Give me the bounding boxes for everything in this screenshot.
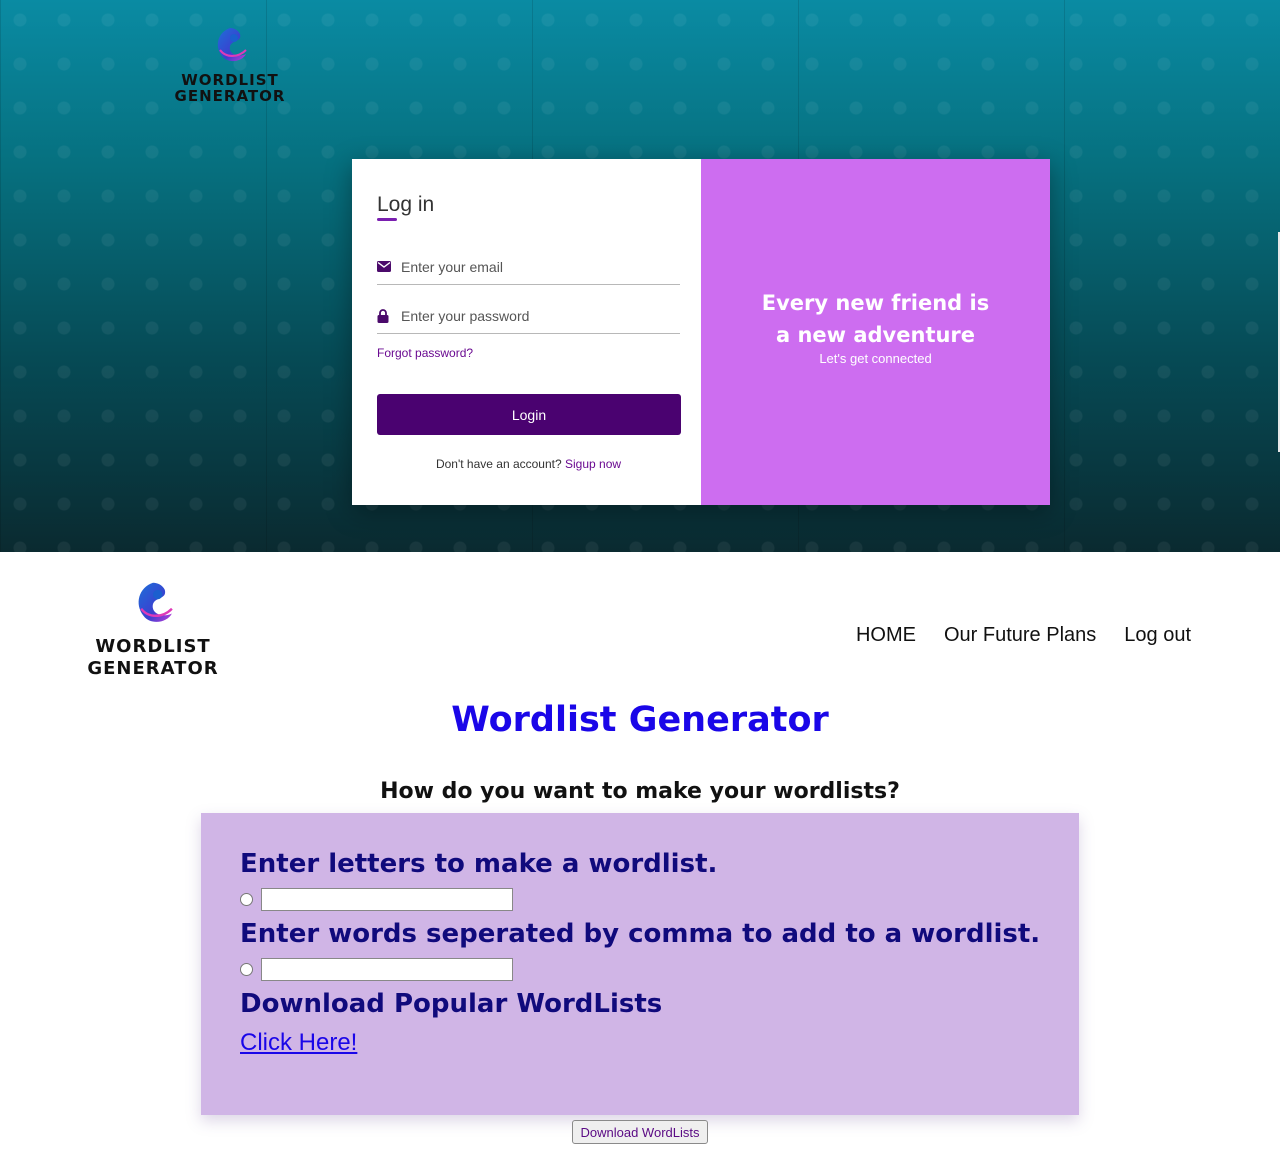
option-words-heading: Enter words seperated by comma to add to… (240, 919, 1041, 949)
click-here-link[interactable]: Click Here! (240, 1029, 357, 1056)
letters-input[interactable] (261, 887, 513, 911)
lock-icon (377, 308, 401, 323)
option-letters-row (240, 887, 1040, 911)
option-letters-heading: Enter letters to make a wordlist. (240, 849, 718, 879)
site-logo[interactable]: WORDLIST GENERATOR (76, 578, 230, 686)
hero-logo-line2: GENERATOR (174, 87, 286, 105)
words-input[interactable] (261, 957, 513, 981)
signup-prompt: Don't have an account? Sigup now (377, 457, 680, 471)
option-download-heading: Download Popular WordLists (240, 989, 663, 1019)
logo-icon (217, 28, 247, 62)
site-logo-line1: WORDLIST (95, 636, 211, 657)
hero-section: WORDLIST GENERATOR Log in Forgot passwor… (0, 0, 1280, 552)
page-title: Wordlist Generator (451, 700, 829, 740)
logo-icon (138, 582, 173, 622)
signup-prompt-text: Don't have an account? (435, 457, 562, 471)
login-form: Log in Forgot password? Login Don't have… (352, 159, 701, 505)
promo-subtitle: Let's get connected (819, 350, 932, 366)
question-heading: How do you want to make your wordlists? (380, 779, 900, 804)
download-wordlists-button[interactable]: Download WordLists (572, 1120, 708, 1144)
option-words-row (240, 957, 1040, 981)
hero-logo-text: WORDLIST GENERATOR (168, 72, 292, 104)
password-field-wrapper (377, 298, 680, 334)
site-logo-line2: GENERATOR (87, 658, 219, 679)
main-nav: HOME Our Future Plans Log out (856, 624, 1191, 647)
hero-logo-line1: WORDLIST (181, 71, 279, 89)
envelope-icon (377, 261, 401, 272)
nav-logout[interactable]: Log out (1124, 624, 1191, 647)
login-card: Log in Forgot password? Login Don't have… (352, 159, 1050, 505)
promo-panel: Every new friend is a new adventure Let'… (701, 159, 1050, 505)
nav-future-plans[interactable]: Our Future Plans (944, 624, 1096, 647)
login-button[interactable]: Login (377, 394, 681, 435)
hero-logo[interactable]: WORDLIST GENERATOR (168, 24, 292, 116)
login-title: Log in (377, 193, 434, 221)
nav-home[interactable]: HOME (856, 624, 916, 647)
site-logo-text: WORDLIST GENERATOR (76, 636, 230, 680)
promo-title: Every new friend is a new adventure (761, 290, 990, 347)
options-panel: Enter letters to make a wordlist. Enter … (201, 813, 1079, 1115)
password-input[interactable] (401, 307, 671, 324)
option-letters-radio[interactable] (240, 892, 253, 906)
option-words-radio[interactable] (240, 962, 253, 976)
forgot-password-link[interactable]: Forgot password? (377, 346, 473, 360)
email-field-wrapper (377, 249, 680, 285)
signup-link[interactable]: Sigup now (565, 457, 621, 471)
email-input[interactable] (401, 258, 671, 275)
